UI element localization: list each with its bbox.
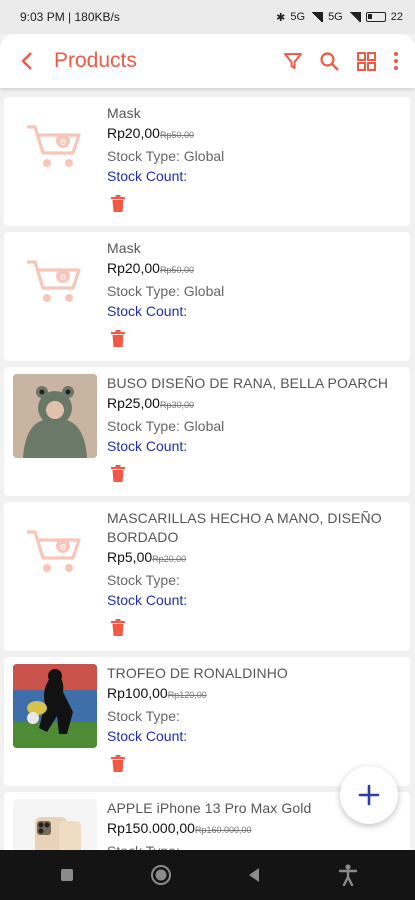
product-name: Mask: [107, 105, 141, 121]
soccer-photo: [13, 664, 97, 748]
product-stock-count: Stock Count:: [107, 728, 188, 744]
product-name: BUSO DISEÑO DE RANA, BELLA POARCH: [107, 375, 389, 391]
delete-icon[interactable]: [107, 192, 129, 214]
app-bar-actions: [283, 51, 415, 72]
battery-icon: [365, 12, 386, 22]
add-product-button[interactable]: [340, 766, 398, 824]
product-name: TROFEO DE RONALDINHO: [107, 665, 288, 681]
product-old-price: Rp50,00: [159, 130, 194, 140]
product-old-price: Rp30,00: [159, 400, 194, 410]
product-info: MASCARILLAS HECHO A MANO, DISEÑO BORDADO…: [107, 509, 400, 638]
product-price-row: Rp5,00Rp20,00: [107, 547, 400, 570]
filter-icon[interactable]: [283, 51, 303, 71]
bluetooth-icon: ✱: [276, 11, 286, 24]
plus-icon: [358, 784, 380, 806]
signal-icon: [347, 12, 361, 22]
network-label-2: 5G: [328, 11, 343, 23]
product-price: Rp20,00: [107, 260, 160, 276]
product-info: Mask Rp20,00Rp50,00 Stock Type: Global S…: [107, 104, 400, 214]
cart-placeholder-icon: e: [13, 509, 97, 593]
delete-icon[interactable]: [107, 462, 129, 484]
delete-icon[interactable]: [107, 327, 129, 349]
battery-level: 22: [390, 11, 403, 23]
product-price-row: Rp25,00Rp30,00: [107, 393, 400, 416]
accessibility-icon[interactable]: [328, 855, 368, 895]
delete-icon[interactable]: [107, 616, 129, 638]
product-name: MASCARILLAS HECHO A MANO, DISEÑO BORDADO: [107, 510, 382, 545]
cart-placeholder-icon: e: [13, 239, 97, 323]
product-price: Rp100,00: [107, 685, 168, 701]
signal-icon: [310, 12, 324, 22]
product-stock-type: Stock Type: Global: [107, 283, 225, 299]
home-circle-icon[interactable]: [141, 855, 181, 895]
svg-text:e: e: [60, 541, 66, 553]
page-title: Products: [54, 49, 137, 72]
product-old-price: Rp50,00: [159, 265, 194, 275]
back-triangle-icon[interactable]: [234, 855, 274, 895]
product-card[interactable]: e MASCARILLAS HECHO A MANO, DISEÑO BORDA…: [4, 502, 410, 651]
product-old-price: Rp20,00: [152, 554, 187, 564]
hoodie-photo: [13, 374, 97, 458]
product-old-price: Rp120,00: [167, 690, 207, 700]
product-card[interactable]: BUSO DISEÑO DE RANA, BELLA POARCH Rp25,0…: [4, 367, 410, 496]
product-price: Rp5,00: [107, 549, 153, 565]
product-card[interactable]: TROFEO DE RONALDINHO Rp100,00Rp120,00 St…: [4, 657, 410, 786]
product-old-price: Rp160.000,00: [194, 825, 252, 835]
svg-text:e: e: [60, 136, 66, 148]
products-screen: 9:03 PM | 180KB/s ✱ 5G 5G 22 Products e …: [0, 0, 415, 900]
status-bar: 9:03 PM | 180KB/s ✱ 5G 5G 22: [0, 0, 415, 34]
grid-view-icon[interactable]: [356, 51, 377, 72]
back-arrow-icon[interactable]: [0, 34, 54, 88]
cart-placeholder-icon: e: [13, 104, 97, 188]
product-stock-count: Stock Count:: [107, 168, 188, 184]
product-price-row: Rp150.000,00Rp160.000,00: [107, 818, 400, 841]
product-price: Rp25,00: [107, 395, 160, 411]
product-info: TROFEO DE RONALDINHO Rp100,00Rp120,00 St…: [107, 664, 400, 774]
product-stock-type: Stock Type:: [107, 841, 400, 850]
iphone-photo: [13, 799, 97, 850]
product-price: Rp20,00: [107, 125, 160, 141]
svg-text:e: e: [60, 271, 66, 283]
product-card[interactable]: e Mask Rp20,00Rp50,00 Stock Type: Global…: [4, 97, 410, 226]
more-vert-icon[interactable]: [393, 51, 399, 71]
product-price: Rp150.000,00: [107, 820, 195, 836]
product-stock-type: Stock Type: Global: [107, 418, 225, 434]
product-stock-count: Stock Count:: [107, 592, 188, 608]
product-price-row: Rp20,00Rp50,00: [107, 123, 400, 146]
product-name: Mask: [107, 240, 141, 256]
product-stock-count: Stock Count:: [107, 303, 188, 319]
product-list[interactable]: e Mask Rp20,00Rp50,00 Stock Type: Global…: [0, 88, 415, 850]
system-nav-bar: [0, 850, 415, 900]
search-icon[interactable]: [319, 51, 340, 72]
status-time-speed: 9:03 PM | 180KB/s: [20, 10, 120, 24]
product-price-row: Rp100,00Rp120,00: [107, 683, 400, 706]
product-stock-type: Stock Type:: [107, 572, 180, 588]
network-label-1: 5G: [290, 11, 306, 23]
recents-square-icon[interactable]: [47, 855, 87, 895]
product-card[interactable]: e Mask Rp20,00Rp50,00 Stock Type: Global…: [4, 232, 410, 361]
delete-icon[interactable]: [107, 752, 129, 774]
product-info: BUSO DISEÑO DE RANA, BELLA POARCH Rp25,0…: [107, 374, 400, 484]
product-stock-type: Stock Type: Global: [107, 148, 225, 164]
status-icons: ✱ 5G 5G 22: [276, 11, 403, 24]
product-stock-type: Stock Type:: [107, 708, 180, 724]
product-price-row: Rp20,00Rp50,00: [107, 258, 400, 281]
product-info: Mask Rp20,00Rp50,00 Stock Type: Global S…: [107, 239, 400, 349]
product-stock-count: Stock Count:: [107, 438, 188, 454]
app-bar: Products: [0, 34, 415, 88]
